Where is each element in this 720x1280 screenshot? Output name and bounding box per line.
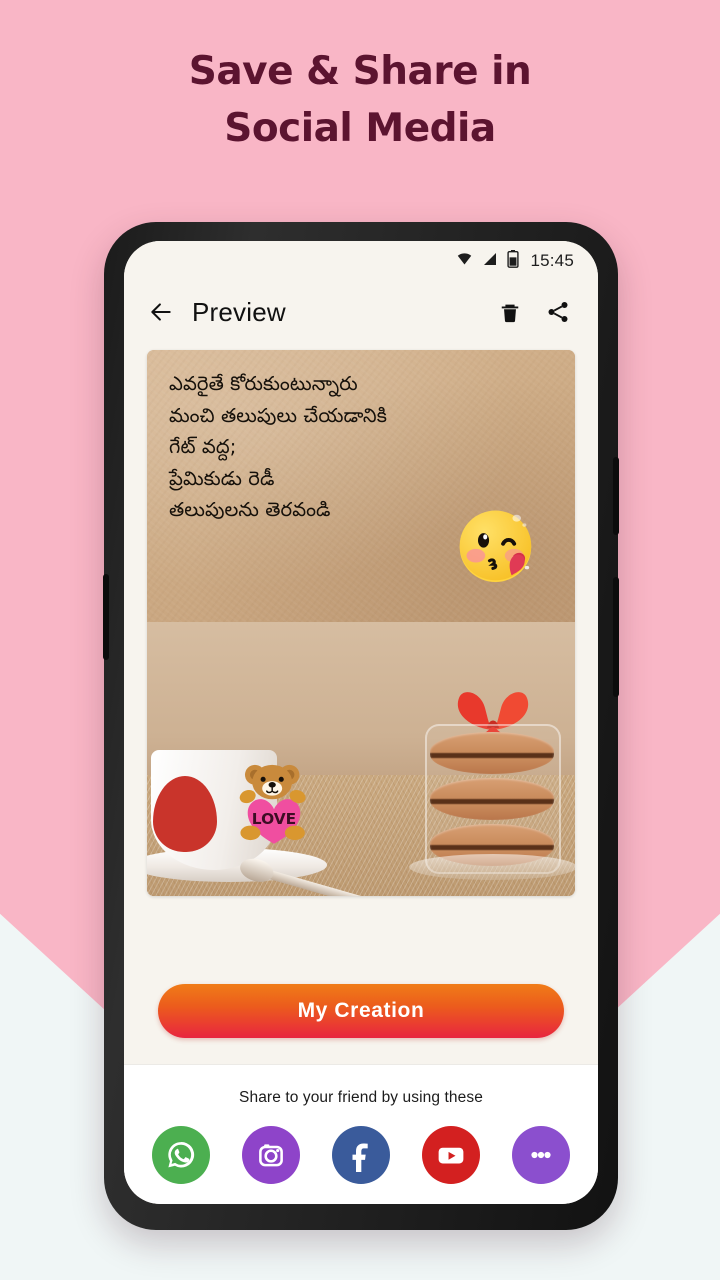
app-bar: Preview bbox=[124, 281, 598, 343]
phone-mockup: 15:45 Preview ఎవరైతే కోరుకుంటున్నారు మంచ… bbox=[103, 222, 619, 1230]
macaron-top bbox=[430, 732, 554, 774]
phone-power-button[interactable] bbox=[613, 457, 619, 535]
macaron-middle bbox=[430, 778, 554, 820]
youtube-icon[interactable] bbox=[422, 1126, 480, 1184]
creation-preview-area: ఎవరైతే కోరుకుంటున్నారు మంచి తలుపులు చేయడ… bbox=[124, 343, 598, 958]
trash-icon[interactable] bbox=[492, 294, 528, 330]
cup-heart-decoration bbox=[153, 776, 217, 852]
status-bar-clock: 15:45 bbox=[530, 251, 574, 270]
teddy-love-text: LOVE bbox=[252, 810, 296, 828]
quote-line-3: గేట్ వద్ద; bbox=[169, 435, 237, 459]
glass-plate bbox=[409, 854, 575, 880]
whatsapp-icon[interactable] bbox=[152, 1126, 210, 1184]
status-bar: 15:45 bbox=[124, 241, 598, 281]
teddy-bear-heart-sticker: LOVE bbox=[235, 756, 313, 848]
quote-line-2: మంచి తలుపులు చేయడానికి bbox=[169, 403, 387, 427]
facebook-icon[interactable] bbox=[332, 1126, 390, 1184]
share-section-label: Share to your friend by using these bbox=[239, 1089, 483, 1106]
kissing-face-emoji-sticker bbox=[455, 508, 541, 588]
phone-volume-button[interactable] bbox=[613, 577, 619, 697]
battery-icon bbox=[507, 249, 520, 273]
share-section: Share to your friend by using these bbox=[124, 1064, 598, 1204]
back-arrow-icon[interactable] bbox=[144, 295, 178, 329]
share-icons-row bbox=[124, 1107, 598, 1184]
wifi-icon bbox=[456, 250, 473, 272]
my-creation-button-area: My Creation bbox=[124, 958, 598, 1064]
my-creation-button[interactable]: My Creation bbox=[158, 984, 564, 1038]
phone-assistant-button[interactable] bbox=[103, 574, 109, 660]
creation-photo: LOVE bbox=[147, 622, 575, 896]
quote-line-1: ఎవరైతే కోరుకుంటున్నారు bbox=[169, 372, 358, 395]
quote-area: ఎవరైతే కోరుకుంటున్నారు మంచి తలుపులు చేయడ… bbox=[147, 350, 575, 622]
more-options-icon[interactable] bbox=[512, 1126, 570, 1184]
promo-heading: Save & Share in Social Media bbox=[0, 44, 720, 157]
quote-text: ఎవరైతే కోరుకుంటున్నారు మంచి తలుపులు చేయడ… bbox=[169, 368, 555, 526]
promo-heading-line-2: Social Media bbox=[224, 105, 496, 151]
creation-card[interactable]: ఎవరైతే కోరుకుంటున్నారు మంచి తలుపులు చేయడ… bbox=[147, 350, 575, 896]
macaron-stack bbox=[409, 684, 575, 880]
page-title: Preview bbox=[192, 296, 286, 327]
promo-heading-line-1: Save & Share in bbox=[188, 49, 532, 94]
phone-screen: 15:45 Preview ఎవరైతే కోరుకుంటున్నారు మంచ… bbox=[124, 241, 598, 1204]
cellular-signal-icon bbox=[482, 251, 498, 272]
quote-line-4: ప్రేమికుడు రెడీ bbox=[169, 466, 275, 490]
instagram-icon[interactable] bbox=[242, 1126, 300, 1184]
share-icon[interactable] bbox=[540, 294, 576, 330]
